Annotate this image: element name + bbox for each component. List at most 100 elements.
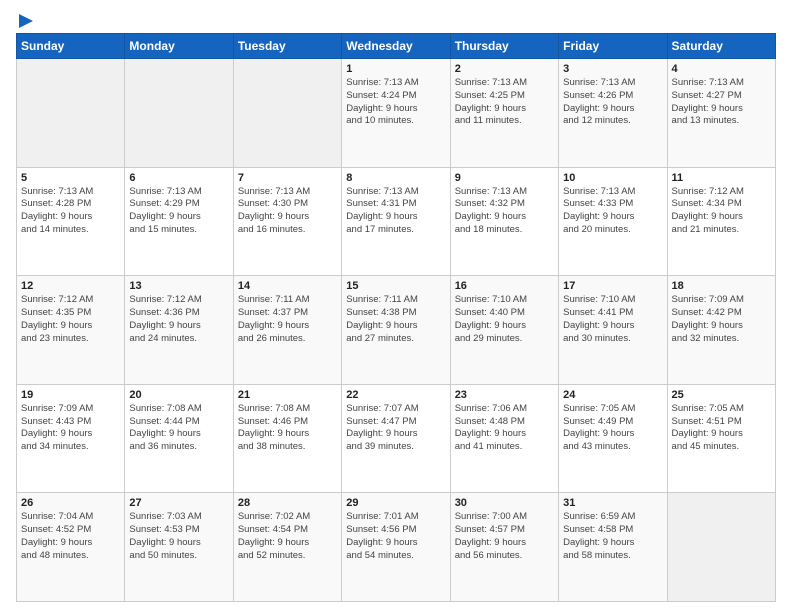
cell-info: Sunrise: 7:03 AM Sunset: 4:53 PM Dayligh…	[129, 511, 228, 562]
calendar-cell: 10 Sunrise: 7:13 AM Sunset: 4:33 PM Dayli…	[559, 167, 667, 276]
calendar-cell: 9Sunrise: 7:13 AM Sunset: 4:32 PM Daylig…	[450, 167, 558, 276]
calendar-cell: 27Sunrise: 7:03 AM Sunset: 4:53 PM Dayli…	[125, 493, 233, 602]
cell-info: Sunrise: 7:08 AM Sunset: 4:46 PM Dayligh…	[238, 403, 337, 454]
day-number: 19	[21, 389, 120, 401]
cell-info: Sunrise: 7:13 AM Sunset: 4:28 PM Dayligh…	[21, 186, 120, 237]
cell-info: Sunrise: 6:59 AM Sunset: 4:58 PM Dayligh…	[563, 511, 662, 562]
cell-info: Sunrise: 7:12 AM Sunset: 4:34 PM Dayligh…	[672, 186, 771, 237]
col-header-sunday: Sunday	[17, 34, 125, 59]
calendar-cell: 30Sunrise: 7:00 AM Sunset: 4:57 PM Dayli…	[450, 493, 558, 602]
day-number: 20	[129, 389, 228, 401]
day-number: 17	[563, 280, 662, 292]
day-number: 7	[238, 172, 337, 184]
cell-info: Sunrise: 7:06 AM Sunset: 4:48 PM Dayligh…	[455, 403, 554, 454]
week-row-3: 12 Sunrise: 7:12 AM Sunset: 4:35 PM Dayli…	[17, 276, 776, 385]
cell-info: Sunrise: 7:07 AM Sunset: 4:47 PM Dayligh…	[346, 403, 445, 454]
cell-info: Sunrise: 7:13 AM Sunset: 4:32 PM Dayligh…	[455, 186, 554, 237]
calendar-cell: 20 Sunrise: 7:08 AM Sunset: 4:44 PM Dayli…	[125, 384, 233, 493]
day-number: 15	[346, 280, 445, 292]
cell-info: Sunrise: 7:13 AM Sunset: 4:31 PM Dayligh…	[346, 186, 445, 237]
day-number: 3	[563, 63, 662, 75]
calendar-cell: 26 Sunrise: 7:04 AM Sunset: 4:52 PM Dayli…	[17, 493, 125, 602]
cell-info: Sunrise: 7:01 AM Sunset: 4:56 PM Dayligh…	[346, 511, 445, 562]
cell-info: Sunrise: 7:05 AM Sunset: 4:49 PM Dayligh…	[563, 403, 662, 454]
day-number: 10	[563, 172, 662, 184]
day-number: 21	[238, 389, 337, 401]
calendar-cell: 2 Sunrise: 7:13 AM Sunset: 4:25 PM Daylig…	[450, 59, 558, 168]
calendar-cell: 13 Sunrise: 7:12 AM Sunset: 4:36 PM Dayli…	[125, 276, 233, 385]
cell-info: Sunrise: 7:10 AM Sunset: 4:40 PM Dayligh…	[455, 294, 554, 345]
week-row-2: 5 Sunrise: 7:13 AM Sunset: 4:28 PM Daylig…	[17, 167, 776, 276]
day-number: 22	[346, 389, 445, 401]
calendar-cell: 3Sunrise: 7:13 AM Sunset: 4:26 PM Daylig…	[559, 59, 667, 168]
calendar-cell: 11Sunrise: 7:12 AM Sunset: 4:34 PM Dayli…	[667, 167, 775, 276]
calendar-cell: 23 Sunrise: 7:06 AM Sunset: 4:48 PM Dayli…	[450, 384, 558, 493]
day-number: 16	[455, 280, 554, 292]
calendar-cell: 1 Sunrise: 7:13 AM Sunset: 4:24 PM Daylig…	[342, 59, 450, 168]
calendar-cell: 14 Sunrise: 7:11 AM Sunset: 4:37 PM Dayli…	[233, 276, 341, 385]
cell-info: Sunrise: 7:11 AM Sunset: 4:38 PM Dayligh…	[346, 294, 445, 345]
calendar-cell: 29 Sunrise: 7:01 AM Sunset: 4:56 PM Dayli…	[342, 493, 450, 602]
logo-triangle-icon	[19, 14, 33, 28]
calendar-cell: 15 Sunrise: 7:11 AM Sunset: 4:38 PM Dayli…	[342, 276, 450, 385]
calendar-cell: 18 Sunrise: 7:09 AM Sunset: 4:42 PM Dayli…	[667, 276, 775, 385]
day-number: 23	[455, 389, 554, 401]
cell-info: Sunrise: 7:13 AM Sunset: 4:33 PM Dayligh…	[563, 186, 662, 237]
cell-info: Sunrise: 7:12 AM Sunset: 4:35 PM Dayligh…	[21, 294, 120, 345]
calendar-cell: 7 Sunrise: 7:13 AM Sunset: 4:30 PM Daylig…	[233, 167, 341, 276]
page: SundayMondayTuesdayWednesdayThursdayFrid…	[0, 0, 792, 612]
cell-info: Sunrise: 7:00 AM Sunset: 4:57 PM Dayligh…	[455, 511, 554, 562]
calendar-cell: 28Sunrise: 7:02 AM Sunset: 4:54 PM Dayli…	[233, 493, 341, 602]
cell-info: Sunrise: 7:02 AM Sunset: 4:54 PM Dayligh…	[238, 511, 337, 562]
cell-info: Sunrise: 7:13 AM Sunset: 4:27 PM Dayligh…	[672, 77, 771, 128]
day-number: 26	[21, 497, 120, 509]
col-header-tuesday: Tuesday	[233, 34, 341, 59]
calendar-cell: 21 Sunrise: 7:08 AM Sunset: 4:46 PM Dayli…	[233, 384, 341, 493]
cell-info: Sunrise: 7:05 AM Sunset: 4:51 PM Dayligh…	[672, 403, 771, 454]
cell-info: Sunrise: 7:09 AM Sunset: 4:43 PM Dayligh…	[21, 403, 120, 454]
calendar-cell: 6Sunrise: 7:13 AM Sunset: 4:29 PM Daylig…	[125, 167, 233, 276]
col-header-friday: Friday	[559, 34, 667, 59]
calendar-cell: 19 Sunrise: 7:09 AM Sunset: 4:43 PM Dayli…	[17, 384, 125, 493]
cell-info: Sunrise: 7:11 AM Sunset: 4:37 PM Dayligh…	[238, 294, 337, 345]
calendar-cell: 17 Sunrise: 7:10 AM Sunset: 4:41 PM Dayli…	[559, 276, 667, 385]
calendar-cell: 16 Sunrise: 7:10 AM Sunset: 4:40 PM Dayli…	[450, 276, 558, 385]
day-number: 1	[346, 63, 445, 75]
cell-info: Sunrise: 7:13 AM Sunset: 4:24 PM Dayligh…	[346, 77, 445, 128]
cell-info: Sunrise: 7:13 AM Sunset: 4:30 PM Dayligh…	[238, 186, 337, 237]
cell-info: Sunrise: 7:09 AM Sunset: 4:42 PM Dayligh…	[672, 294, 771, 345]
col-header-thursday: Thursday	[450, 34, 558, 59]
cell-info: Sunrise: 7:04 AM Sunset: 4:52 PM Dayligh…	[21, 511, 120, 562]
day-number: 2	[455, 63, 554, 75]
calendar-cell: 4 Sunrise: 7:13 AM Sunset: 4:27 PM Daylig…	[667, 59, 775, 168]
day-number: 6	[129, 172, 228, 184]
col-header-wednesday: Wednesday	[342, 34, 450, 59]
day-number: 14	[238, 280, 337, 292]
cell-info: Sunrise: 7:08 AM Sunset: 4:44 PM Dayligh…	[129, 403, 228, 454]
cell-info: Sunrise: 7:10 AM Sunset: 4:41 PM Dayligh…	[563, 294, 662, 345]
day-number: 18	[672, 280, 771, 292]
header	[16, 16, 776, 25]
col-header-saturday: Saturday	[667, 34, 775, 59]
calendar-cell	[125, 59, 233, 168]
col-header-monday: Monday	[125, 34, 233, 59]
calendar-cell: 22 Sunrise: 7:07 AM Sunset: 4:47 PM Dayli…	[342, 384, 450, 493]
calendar-cell	[17, 59, 125, 168]
calendar-header-row: SundayMondayTuesdayWednesdayThursdayFrid…	[17, 34, 776, 59]
day-number: 13	[129, 280, 228, 292]
cell-info: Sunrise: 7:12 AM Sunset: 4:36 PM Dayligh…	[129, 294, 228, 345]
day-number: 29	[346, 497, 445, 509]
week-row-5: 26 Sunrise: 7:04 AM Sunset: 4:52 PM Dayli…	[17, 493, 776, 602]
day-number: 4	[672, 63, 771, 75]
cell-info: Sunrise: 7:13 AM Sunset: 4:25 PM Dayligh…	[455, 77, 554, 128]
calendar-cell: 24Sunrise: 7:05 AM Sunset: 4:49 PM Dayli…	[559, 384, 667, 493]
day-number: 25	[672, 389, 771, 401]
calendar-cell: 12 Sunrise: 7:12 AM Sunset: 4:35 PM Dayli…	[17, 276, 125, 385]
day-number: 5	[21, 172, 120, 184]
calendar-cell	[233, 59, 341, 168]
day-number: 12	[21, 280, 120, 292]
week-row-4: 19 Sunrise: 7:09 AM Sunset: 4:43 PM Dayli…	[17, 384, 776, 493]
logo	[16, 16, 33, 25]
calendar-cell: 8Sunrise: 7:13 AM Sunset: 4:31 PM Daylig…	[342, 167, 450, 276]
calendar-cell: 25 Sunrise: 7:05 AM Sunset: 4:51 PM Dayli…	[667, 384, 775, 493]
